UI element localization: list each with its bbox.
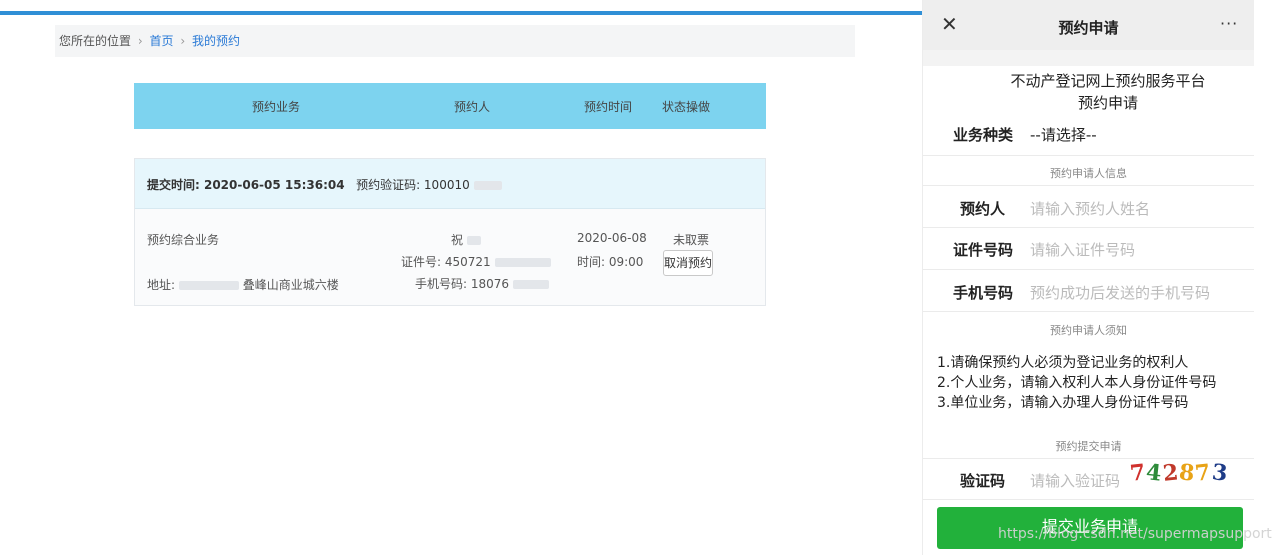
platform-title-line2: 预约申请 [1077, 94, 1138, 112]
column-header-time: 预约时间 [584, 100, 633, 114]
column-header-person: 预约人 [454, 100, 491, 114]
redacted-mask [473, 181, 502, 190]
breadcrumb-current[interactable]: 我的预约 [192, 34, 240, 48]
notice-item: 2.个人业务，请输入权利人本人身份证件号码 [937, 375, 1217, 391]
more-options-icon[interactable]: ··· [1220, 14, 1238, 33]
mobile-field-row: 手机号码 预约成功后发送的手机号码 [923, 270, 1254, 312]
booking-record-header: 提交时间: 2020-06-05 15:36:04 预约验证码: 100010 [135, 159, 765, 209]
submit-time: 提交时间: 2020-06-05 15:36:04 [147, 178, 345, 192]
id-field-row: 证件号码 请输入证件号码 [923, 228, 1254, 270]
booking-table-header: 预约业务 预约人 预约时间 状态操做 [134, 83, 766, 129]
category-label: 业务种类 [953, 126, 1014, 144]
breadcrumb-separator: › [137, 34, 143, 48]
platform-title-line1: 不动产登记网上预约服务平台 [1010, 72, 1206, 90]
section-submit: 预约提交申请 [1055, 440, 1122, 453]
booking-record: 提交时间: 2020-06-05 15:36:04 预约验证码: 100010 … [134, 158, 766, 306]
captcha-digit: 3 [1210, 459, 1230, 487]
person-id: 证件号: 450721 [401, 253, 551, 270]
notice-item: 3.单位业务，请输入办理人身份证件号码 [937, 395, 1189, 411]
id-input[interactable]: 请输入证件号码 [1030, 239, 1135, 260]
verification-code: 预约验证码: 100010 [356, 178, 470, 192]
breadcrumb-separator: › [180, 34, 186, 48]
name-label: 预约人 [960, 200, 1006, 218]
booking-date: 2020-06-08 [577, 231, 647, 245]
breadcrumb-prefix: 您所在的位置 [59, 34, 132, 48]
booking-status: 未取票 [673, 233, 710, 247]
nav-title: 预约申请 [1058, 19, 1119, 37]
breadcrumb: 您所在的位置 › 首页 › 我的预约 [55, 25, 855, 57]
column-header-service: 预约业务 [252, 100, 301, 114]
person-name: 祝 [451, 231, 481, 248]
address-tail: 叠峰山商业城六楼 [242, 278, 339, 292]
redacted-mask [494, 258, 551, 267]
cancel-booking-button[interactable]: 取消预约 [663, 250, 713, 276]
name-field-row: 预约人 请输入预约人姓名 [923, 185, 1254, 228]
mobile-nav-bar: ✕ 预约申请 ··· [923, 0, 1254, 50]
mobile-label: 手机号码 [953, 284, 1014, 302]
section-notice: 预约申请人须知 [1050, 324, 1127, 337]
redacted-mask [178, 281, 239, 290]
notice-list: 1.请确保预约人必须为登记业务的权利人 2.个人业务，请输入权利人本人身份证件号… [937, 353, 1216, 413]
redacted-mask [466, 236, 481, 245]
captcha-input[interactable]: 请输入验证码 [1030, 470, 1120, 491]
redacted-mask [512, 280, 549, 289]
name-input[interactable]: 请输入预约人姓名 [1030, 198, 1150, 219]
breadcrumb-home-link[interactable]: 首页 [149, 34, 173, 48]
person-id-text: 证件号: 450721 [401, 255, 491, 269]
nav-divider-strip [923, 50, 1254, 66]
captcha-image[interactable]: 742873 [1129, 459, 1230, 487]
booking-time: 时间: 09:00 [577, 255, 644, 269]
desktop-booking-page: 您所在的位置 › 首页 › 我的预约 预约业务 预约人 预约时间 状态操做 提交… [0, 0, 922, 555]
category-select[interactable]: 业务种类 --请选择-- [923, 112, 1254, 156]
id-label: 证件号码 [953, 241, 1014, 259]
captcha-label: 验证码 [960, 472, 1006, 490]
section-applicant-info: 预约申请人信息 [1050, 167, 1127, 180]
column-header-status: 状态操做 [662, 100, 711, 114]
booking-address: 地址: 叠峰山商业城六楼 [147, 276, 339, 293]
booking-service: 预约综合业务 [147, 233, 220, 247]
watermark-text: https://blog.csdn.net/supermapsupport [998, 526, 1272, 542]
address-label: 地址: [147, 278, 176, 292]
category-value[interactable]: --请选择-- [1030, 124, 1097, 145]
person-phone-text: 手机号码: 18076 [415, 277, 510, 291]
person-name-text: 祝 [451, 233, 464, 247]
person-phone: 手机号码: 18076 [415, 275, 549, 292]
top-accent-bar [0, 11, 922, 15]
platform-title: 不动产登记网上预约服务平台 预约申请 [923, 70, 1280, 114]
mobile-input[interactable]: 预约成功后发送的手机号码 [1030, 282, 1210, 303]
mobile-booking-form: ✕ 预约申请 ··· 不动产登记网上预约服务平台 预约申请 业务种类 --请选择… [922, 0, 1254, 555]
notice-item: 1.请确保预约人必须为登记业务的权利人 [937, 355, 1189, 371]
